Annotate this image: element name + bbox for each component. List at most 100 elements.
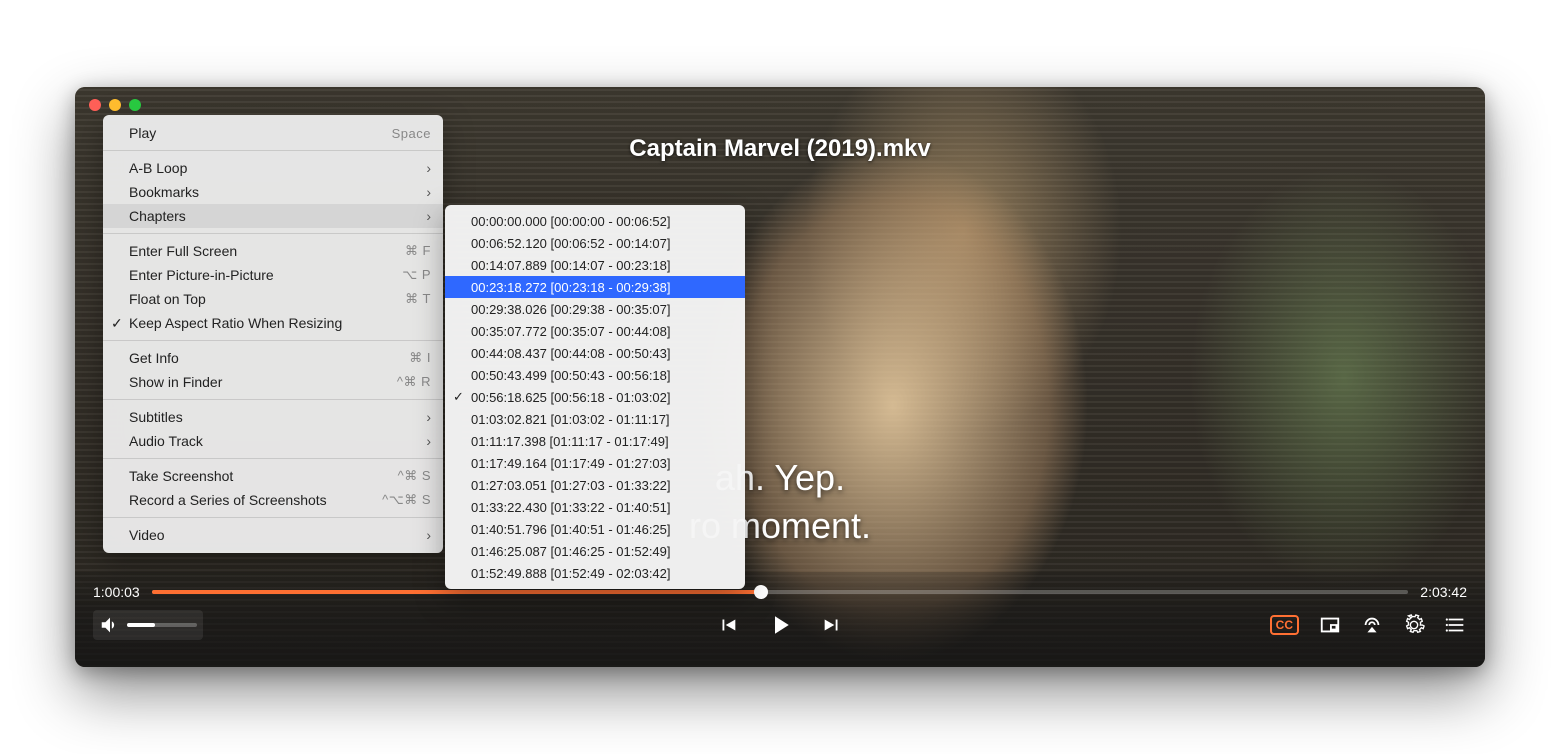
menu-item[interactable]: Take Screenshot^⌘ S — [103, 464, 443, 488]
chapter-item[interactable]: 01:11:17.398 [01:11:17 - 01:17:49] — [445, 430, 745, 452]
menu-item[interactable]: Chapters› — [103, 204, 443, 228]
previous-button[interactable] — [717, 614, 739, 636]
menu-item-shortcut: Space — [392, 126, 431, 141]
menu-item-shortcut: ^⌘ S — [398, 468, 431, 484]
menu-item-label: Float on Top — [129, 291, 405, 307]
menu-item-label: Enter Picture-in-Picture — [129, 267, 402, 283]
menu-item-shortcut: ⌘ T — [405, 291, 431, 307]
chevron-right-icon: › — [426, 160, 431, 176]
chapter-item[interactable]: 01:52:49.888 [01:52:49 - 02:03:42] — [445, 562, 745, 584]
chapter-item[interactable]: 00:06:52.120 [00:06:52 - 00:14:07] — [445, 232, 745, 254]
chapter-item[interactable]: 01:46:25.087 [01:46:25 - 01:52:49] — [445, 540, 745, 562]
menu-item-label: Bookmarks — [129, 184, 431, 200]
chapter-label: 00:00:00.000 [00:00:00 - 00:06:52] — [471, 214, 731, 229]
menu-separator — [103, 458, 443, 459]
chevron-right-icon: › — [426, 527, 431, 543]
menu-item[interactable]: Subtitles› — [103, 405, 443, 429]
close-window-button[interactable] — [89, 99, 101, 111]
next-button[interactable] — [821, 614, 843, 636]
airplay-button[interactable] — [1361, 614, 1383, 636]
menu-item[interactable]: Float on Top⌘ T — [103, 287, 443, 311]
chapter-item[interactable]: 01:33:22.430 [01:33:22 - 01:40:51] — [445, 496, 745, 518]
menu-item-label: A-B Loop — [129, 160, 431, 176]
chapter-item[interactable]: 01:03:02.821 [01:03:02 - 01:11:17] — [445, 408, 745, 430]
menu-item-shortcut: ^⌘ R — [397, 374, 431, 390]
menu-item-shortcut: ^⌥⌘ S — [382, 492, 431, 508]
menu-item[interactable]: Enter Full Screen⌘ F — [103, 239, 443, 263]
menu-item-label: Chapters — [129, 208, 431, 224]
chapter-item[interactable]: 00:44:08.437 [00:44:08 - 00:50:43] — [445, 342, 745, 364]
menu-item[interactable]: Audio Track› — [103, 429, 443, 453]
seek-bar[interactable] — [152, 590, 1409, 594]
chapter-label: 01:03:02.821 [01:03:02 - 01:11:17] — [471, 412, 731, 427]
menu-item-label: Audio Track — [129, 433, 431, 449]
menu-item-label: Enter Full Screen — [129, 243, 405, 259]
chevron-right-icon: › — [426, 433, 431, 449]
chapter-item[interactable]: 00:35:07.772 [00:35:07 - 00:44:08] — [445, 320, 745, 342]
chapter-label: 01:17:49.164 [01:17:49 - 01:27:03] — [471, 456, 731, 471]
menu-separator — [103, 150, 443, 151]
chapter-item[interactable]: 01:17:49.164 [01:17:49 - 01:27:03] — [445, 452, 745, 474]
chapter-label: 00:14:07.889 [00:14:07 - 00:23:18] — [471, 258, 731, 273]
menu-item[interactable]: Get Info⌘ I — [103, 346, 443, 370]
total-time: 2:03:42 — [1420, 584, 1467, 600]
chapter-item[interactable]: 00:50:43.499 [00:50:43 - 00:56:18] — [445, 364, 745, 386]
player-window: Captain Marvel (2019).mkv ah. Yep. ro mo… — [75, 87, 1485, 667]
menu-separator — [103, 399, 443, 400]
pip-button[interactable] — [1319, 614, 1341, 636]
volume-fill — [127, 623, 155, 627]
menu-separator — [103, 340, 443, 341]
window-controls — [89, 99, 141, 111]
chapter-label: 01:27:03.051 [01:27:03 - 01:33:22] — [471, 478, 731, 493]
menu-item-label: Get Info — [129, 350, 409, 366]
menu-item[interactable]: PlaySpace — [103, 121, 443, 145]
settings-button[interactable] — [1403, 614, 1425, 636]
current-time: 1:00:03 — [93, 584, 140, 600]
captions-button[interactable]: CC — [1270, 615, 1299, 635]
chapter-label: 01:46:25.087 [01:46:25 - 01:52:49] — [471, 544, 731, 559]
volume-control[interactable] — [93, 610, 203, 640]
check-icon: ✓ — [111, 315, 123, 332]
chapter-label: 00:35:07.772 [00:35:07 - 00:44:08] — [471, 324, 731, 339]
menu-item[interactable]: Bookmarks› — [103, 180, 443, 204]
seek-bar-thumb[interactable] — [754, 585, 768, 599]
menu-item[interactable]: ✓Keep Aspect Ratio When Resizing — [103, 311, 443, 335]
chapter-label: 00:29:38.026 [00:29:38 - 00:35:07] — [471, 302, 731, 317]
minimize-window-button[interactable] — [109, 99, 121, 111]
playback-context-menu: PlaySpaceA-B Loop›Bookmarks›Chapters›Ent… — [103, 115, 443, 553]
play-button[interactable] — [765, 610, 795, 640]
chapter-item[interactable]: 00:00:00.000 [00:00:00 - 00:06:52] — [445, 210, 745, 232]
chapter-label: 00:50:43.499 [00:50:43 - 00:56:18] — [471, 368, 731, 383]
menu-item-label: Play — [129, 125, 392, 141]
chapter-item[interactable]: 01:40:51.796 [01:40:51 - 01:46:25] — [445, 518, 745, 540]
menu-item-label: Subtitles — [129, 409, 431, 425]
menu-item[interactable]: Show in Finder^⌘ R — [103, 370, 443, 394]
menu-item[interactable]: Record a Series of Screenshots^⌥⌘ S — [103, 488, 443, 512]
playlist-button[interactable] — [1445, 614, 1467, 636]
menu-item[interactable]: Enter Picture-in-Picture⌥ P — [103, 263, 443, 287]
menu-item-shortcut: ⌘ I — [409, 350, 431, 366]
chapter-item[interactable]: 00:29:38.026 [00:29:38 - 00:35:07] — [445, 298, 745, 320]
menu-item-shortcut: ⌥ P — [402, 267, 431, 283]
chapter-label: 00:56:18.625 [00:56:18 - 01:03:02] — [471, 390, 731, 405]
chapter-item[interactable]: 00:23:18.272 [00:23:18 - 00:29:38] — [445, 276, 745, 298]
chapter-item[interactable]: 01:27:03.051 [01:27:03 - 01:33:22] — [445, 474, 745, 496]
fullscreen-window-button[interactable] — [129, 99, 141, 111]
menu-item[interactable]: Video› — [103, 523, 443, 547]
chapter-label: 01:11:17.398 [01:11:17 - 01:17:49] — [471, 434, 731, 449]
chapter-item[interactable]: ✓00:56:18.625 [00:56:18 - 01:03:02] — [445, 386, 745, 408]
chapter-label: 01:33:22.430 [01:33:22 - 01:40:51] — [471, 500, 731, 515]
chapter-item[interactable]: 00:14:07.889 [00:14:07 - 00:23:18] — [445, 254, 745, 276]
player-controls: 1:00:03 2:03:42 CC — [75, 572, 1485, 667]
chapter-label: 01:52:49.888 [01:52:49 - 02:03:42] — [471, 566, 731, 581]
chevron-right-icon: › — [426, 409, 431, 425]
menu-separator — [103, 517, 443, 518]
volume-icon — [99, 614, 121, 636]
menu-item-label: Record a Series of Screenshots — [129, 492, 382, 508]
menu-item-label: Take Screenshot — [129, 468, 398, 484]
menu-item[interactable]: A-B Loop› — [103, 156, 443, 180]
menu-separator — [103, 233, 443, 234]
volume-slider[interactable] — [127, 623, 197, 627]
seek-bar-fill — [152, 590, 761, 594]
chapter-label: 01:40:51.796 [01:40:51 - 01:46:25] — [471, 522, 731, 537]
